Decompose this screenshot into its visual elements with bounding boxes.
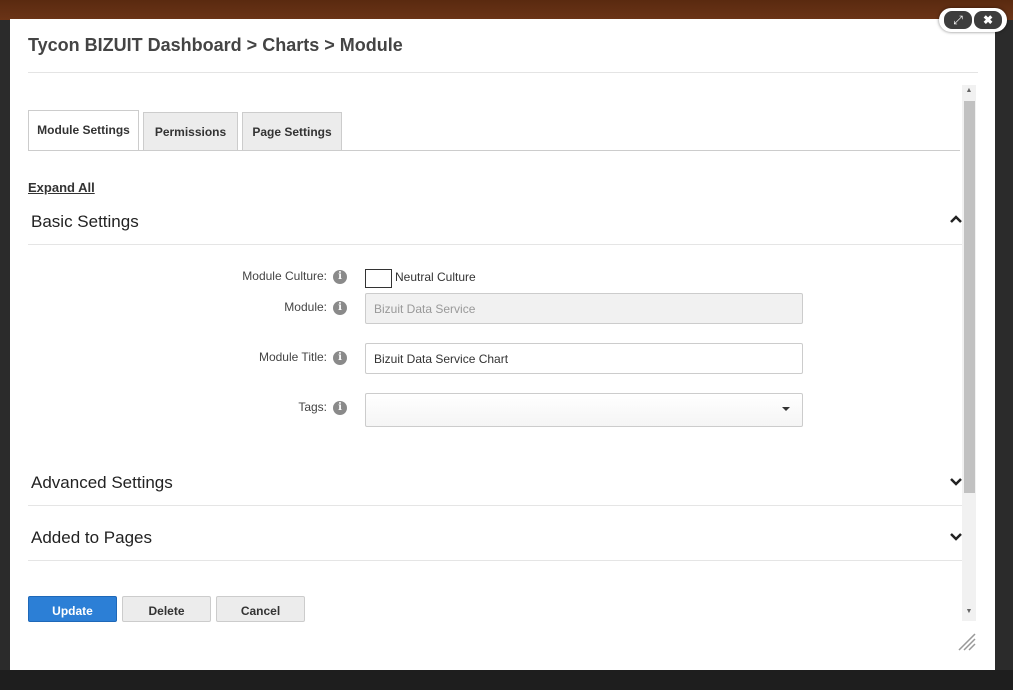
chevron-down-icon[interactable] <box>950 530 962 545</box>
close-icon[interactable]: ✖ <box>974 11 1002 29</box>
module-settings-dialog: Tycon BIZUIT Dashboard > Charts > Module… <box>10 19 995 670</box>
scroll-up-arrow-icon[interactable]: ▲ <box>962 87 976 94</box>
section-advanced-settings[interactable]: Advanced Settings <box>28 465 962 506</box>
info-icon[interactable]: i <box>333 270 347 284</box>
module-culture-label: Module Culture: <box>242 269 327 283</box>
module-title-label: Module Title: <box>258 350 327 364</box>
section-label: Advanced Settings <box>31 473 173 492</box>
info-icon[interactable]: i <box>333 351 347 365</box>
background-header-bar <box>0 0 1013 20</box>
neutral-culture-label: Neutral Culture <box>395 270 476 284</box>
resize-grip-icon[interactable] <box>956 631 976 651</box>
background-footer-bar <box>0 670 1013 690</box>
expand-all-link[interactable]: Expand All <box>28 180 95 195</box>
scrollbar-thumb[interactable] <box>964 101 975 493</box>
cancel-button[interactable]: Cancel <box>216 596 305 622</box>
module-field: Bizuit Data Service <box>365 293 803 324</box>
caret-down-icon <box>782 407 790 411</box>
window-controls: ⤢ ✖ <box>939 8 1007 32</box>
tab-module-settings[interactable]: Module Settings <box>28 110 139 150</box>
scroll-down-arrow-icon[interactable]: ▼ <box>962 608 976 615</box>
tags-label: Tags: <box>298 400 327 414</box>
title-divider <box>28 72 978 73</box>
chevron-up-icon[interactable] <box>950 214 962 229</box>
tab-divider <box>28 150 960 151</box>
info-icon[interactable]: i <box>333 401 347 415</box>
chevron-down-icon[interactable] <box>950 475 962 490</box>
neutral-culture-checkbox[interactable] <box>365 269 392 288</box>
update-button[interactable]: Update <box>28 596 117 622</box>
module-title-input[interactable]: Bizuit Data Service Chart <box>365 343 803 374</box>
section-label: Added to Pages <box>31 528 152 547</box>
delete-button[interactable]: Delete <box>122 596 211 622</box>
tab-page-settings[interactable]: Page Settings <box>242 112 342 150</box>
section-basic-settings[interactable]: Basic Settings <box>28 204 962 245</box>
tab-permissions[interactable]: Permissions <box>143 112 238 150</box>
section-label: Basic Settings <box>31 212 139 231</box>
tags-select[interactable] <box>365 393 803 427</box>
expand-icon[interactable]: ⤢ <box>944 11 972 29</box>
section-added-to-pages[interactable]: Added to Pages <box>28 520 962 561</box>
info-icon[interactable]: i <box>333 301 347 315</box>
module-label: Module: <box>284 300 327 314</box>
dialog-title: Tycon BIZUIT Dashboard > Charts > Module <box>28 35 403 55</box>
